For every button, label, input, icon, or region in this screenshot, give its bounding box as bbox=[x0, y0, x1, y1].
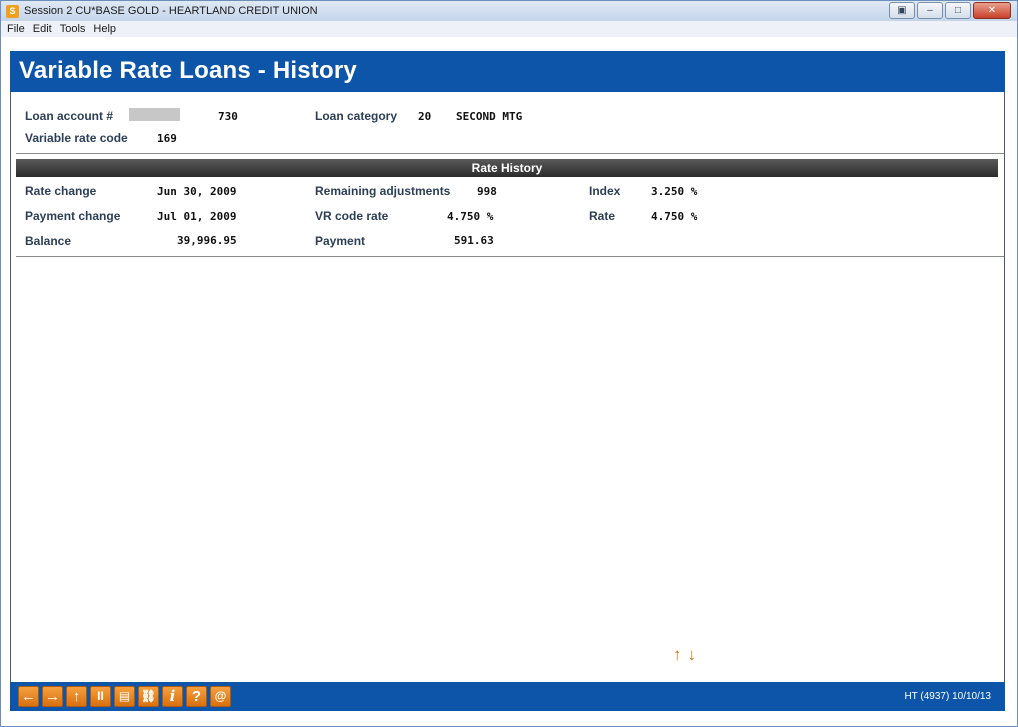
print-icon[interactable]: ▤ bbox=[114, 686, 135, 707]
payment-label: Payment bbox=[315, 234, 366, 248]
menu-tools[interactable]: Tools bbox=[60, 23, 86, 35]
back-arrow-icon[interactable]: ← bbox=[18, 686, 39, 707]
minimize-button[interactable]: – bbox=[917, 2, 943, 19]
remaining-adjustments-value: 998 bbox=[477, 185, 497, 198]
payment-value: 591.63 bbox=[454, 234, 494, 247]
bottom-toolbar: ← → ↑ II ▤ ⛓ i ? @ HT (4937) 10/10/13 bbox=[10, 682, 1005, 711]
rate-change-value: Jun 30, 2009 bbox=[157, 185, 237, 198]
vr-code-label: Variable rate code bbox=[25, 131, 128, 145]
loan-account-label: Loan account # bbox=[25, 109, 114, 123]
help-icon[interactable]: ? bbox=[186, 686, 207, 707]
rate-change-label: Rate change bbox=[25, 184, 97, 198]
remaining-adjustments-label: Remaining adjustments bbox=[315, 184, 451, 198]
title-bar: S Session 2 CU*BASE GOLD - HEARTLAND CRE… bbox=[1, 1, 1017, 21]
restore-button[interactable]: ▣ bbox=[889, 2, 915, 19]
close-button[interactable]: ✕ bbox=[973, 2, 1011, 19]
pause-icon[interactable]: II bbox=[90, 686, 111, 707]
menu-help[interactable]: Help bbox=[93, 23, 116, 35]
session-status: HT (4937) 10/10/13 bbox=[904, 691, 991, 702]
page-title: Variable Rate Loans - History bbox=[19, 57, 357, 84]
link-icon[interactable]: ⛓ bbox=[138, 686, 159, 707]
window-controls: ▣ – □ ✕ bbox=[889, 2, 1011, 19]
balance-label: Balance bbox=[25, 234, 72, 248]
index-label: Index bbox=[589, 184, 621, 198]
vr-code-value: 169 bbox=[157, 132, 177, 145]
menu-file[interactable]: File bbox=[7, 23, 25, 35]
page-header: Variable Rate Loans - History bbox=[10, 51, 1005, 92]
app-window: S Session 2 CU*BASE GOLD - HEARTLAND CRE… bbox=[0, 0, 1018, 727]
loan-category-label: Loan category bbox=[315, 109, 398, 123]
divider bbox=[16, 256, 1004, 257]
menu-edit[interactable]: Edit bbox=[33, 23, 52, 35]
menu-bar: File Edit Tools Help bbox=[1, 21, 1017, 37]
index-value: 3.250 % bbox=[651, 185, 698, 198]
forward-arrow-icon[interactable]: → bbox=[42, 686, 63, 707]
loan-category-code: 20 bbox=[418, 110, 432, 123]
loan-category-name: SECOND MTG bbox=[456, 110, 523, 123]
paging-arrows: ↑ ↓ bbox=[673, 646, 696, 663]
content-area bbox=[10, 92, 1005, 682]
info-icon[interactable]: i bbox=[162, 686, 183, 707]
balance-value: 39,996.95 bbox=[177, 234, 237, 247]
maximize-button[interactable]: □ bbox=[945, 2, 971, 19]
app-icon: S bbox=[6, 4, 19, 18]
page-down-icon[interactable]: ↓ bbox=[688, 646, 697, 663]
payment-change-value: Jul 01, 2009 bbox=[157, 210, 237, 223]
divider bbox=[16, 153, 1004, 154]
vr-code-rate-value: 4.750 % bbox=[447, 210, 494, 223]
window-title: Session 2 CU*BASE GOLD - HEARTLAND CREDI… bbox=[24, 5, 318, 17]
page-up-icon[interactable]: ↑ bbox=[673, 646, 682, 663]
rate-label: Rate bbox=[589, 209, 616, 223]
vr-code-rate-label: VR code rate bbox=[315, 209, 389, 223]
masked-account-prefix bbox=[129, 108, 180, 121]
rate-value: 4.750 % bbox=[651, 210, 698, 223]
up-arrow-icon[interactable]: ↑ bbox=[66, 686, 87, 707]
loan-account-value: 730 bbox=[218, 110, 238, 123]
rate-history-header: Rate History bbox=[16, 159, 998, 177]
email-icon[interactable]: @ bbox=[210, 686, 231, 707]
payment-change-label: Payment change bbox=[25, 209, 121, 223]
